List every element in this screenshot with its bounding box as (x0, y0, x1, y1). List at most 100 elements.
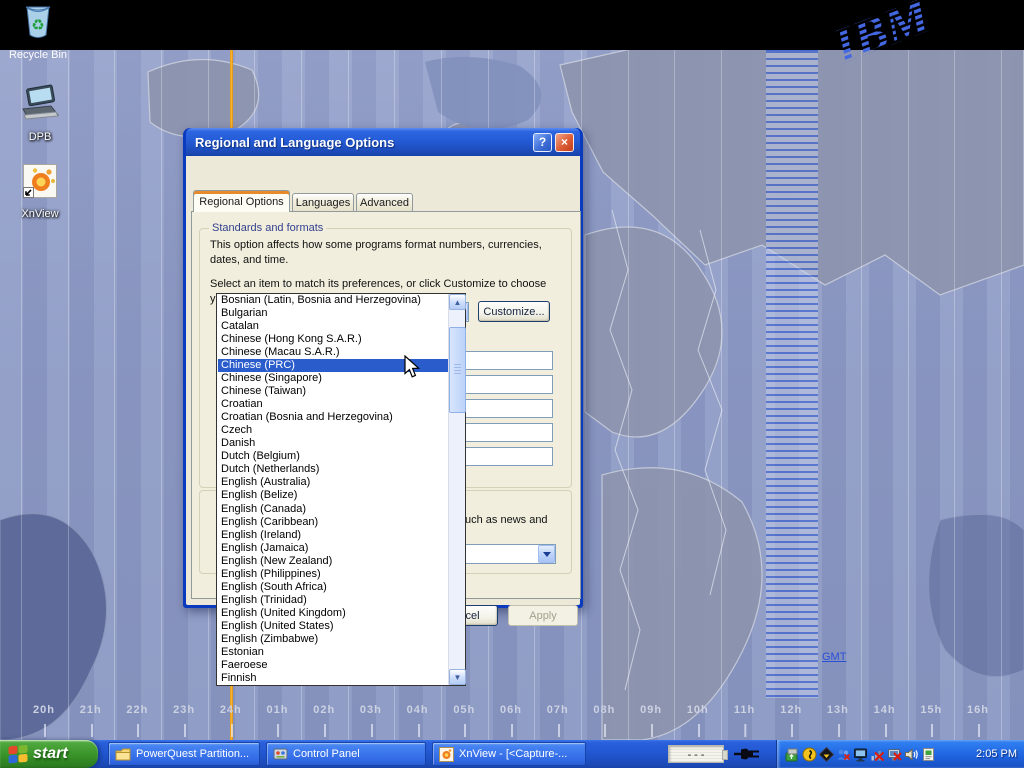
language-list-item[interactable]: English (United States) (218, 620, 448, 633)
timezone-label: 22h (126, 704, 148, 716)
close-button[interactable]: × (555, 133, 574, 152)
timezone-label: 08h (593, 704, 615, 716)
scrollbar-up-arrow-icon[interactable]: ▲ (449, 294, 466, 310)
customize-button[interactable]: Customize... (478, 301, 550, 322)
timezone-label: 21h (80, 704, 102, 716)
language-list-item[interactable]: English (Ireland) (218, 529, 448, 542)
desktop-icon-dpb[interactable]: DPB (2, 84, 78, 145)
language-list-item[interactable]: English (Philippines) (218, 568, 448, 581)
ac-power-plug-icon (733, 744, 761, 764)
timezone-label: 15h (920, 704, 942, 716)
laptop-icon (18, 84, 62, 122)
language-list-item[interactable]: English (United Kingdom) (218, 607, 448, 620)
language-list-item[interactable]: Danish (218, 437, 448, 450)
control-panel-icon (273, 747, 288, 761)
tray-system-flag-icon[interactable] (920, 746, 936, 762)
timezone-label: 11h (734, 704, 755, 716)
timezone-label: 01h (267, 704, 289, 716)
language-dropdown-list: Bosnian (Latin, Bosnia and Herzegovina)B… (216, 293, 466, 686)
recycle-bin-icon: ♻ (21, 4, 55, 40)
timezone-line (908, 50, 909, 740)
svg-text:♻: ♻ (31, 17, 44, 34)
windows-flag-icon (8, 745, 28, 764)
gmt-meridian-band (766, 50, 818, 698)
timezone-label: 10h (687, 704, 709, 716)
timezone-line (954, 50, 955, 740)
timezone-label: 07h (547, 704, 569, 716)
language-list-item[interactable]: Croatian (218, 398, 448, 411)
language-list-item[interactable]: Dutch (Belgium) (218, 450, 448, 463)
language-list-item[interactable]: English (Belize) (218, 489, 448, 502)
timezone-line (721, 50, 722, 740)
desktop-icon-label: XnView (19, 208, 60, 220)
scrollbar-thumb[interactable] (449, 327, 466, 413)
language-list-item[interactable]: English (Zimbabwe) (218, 633, 448, 646)
tray-users-offline-icon[interactable] (835, 746, 851, 762)
tray-thinkpad-utility-icon[interactable] (818, 746, 834, 762)
xnview-task-icon (439, 747, 454, 762)
taskbar: start PowerQuest Partition... Control Pa… (0, 740, 1024, 768)
timezone-line (161, 50, 162, 740)
language-list-item[interactable]: English (Jamaica) (218, 542, 448, 555)
language-list-item[interactable]: English (Canada) (218, 503, 448, 516)
language-list-item[interactable]: English (New Zealand) (218, 555, 448, 568)
tray-wireless-disabled-icon[interactable] (869, 746, 885, 762)
location-text-fragment: uch as news and (465, 513, 548, 528)
start-button[interactable]: start (0, 740, 98, 768)
timezone-line (674, 50, 675, 740)
language-list-item[interactable]: Czech (218, 424, 448, 437)
battery-meter: --- (668, 745, 724, 763)
timezone-label-strip: 20h21h22h23h24h01h02h03h04h05h06h07h08h0… (0, 698, 1024, 740)
help-button[interactable]: ? (533, 133, 552, 152)
mouse-cursor (404, 355, 422, 381)
timezone-label: 03h (360, 704, 382, 716)
language-list-item[interactable]: English (Australia) (218, 476, 448, 489)
list-scrollbar[interactable]: ▲ ▼ (448, 294, 465, 685)
timezone-label: 20h (33, 704, 55, 716)
desktop-icon-recycle-bin[interactable]: ♻ Recycle Bin (0, 4, 76, 63)
timezone-label: 16h (967, 704, 989, 716)
timezone-label: 02h (313, 704, 335, 716)
desktop: GMT IBM ♻ Recycle Bin (0, 0, 1024, 768)
tab-advanced[interactable]: Advanced (356, 193, 413, 212)
timezone-label: 14h (874, 704, 896, 716)
language-list-item[interactable]: Dutch (Netherlands) (218, 463, 448, 476)
timezone-label: 23h (173, 704, 195, 716)
language-list-item[interactable]: Catalan (218, 320, 448, 333)
tray-volume-icon[interactable] (903, 746, 919, 762)
timezone-label: 06h (500, 704, 522, 716)
desktop-icon-label: DPB (27, 131, 54, 143)
language-list-item[interactable]: Croatian (Bosnia and Herzegovina) (218, 411, 448, 424)
tray-hardware-eject-icon[interactable] (784, 746, 800, 762)
standards-groupbox-caption: Standards and formats (209, 222, 326, 234)
language-list-item[interactable]: Chinese (Hong Kong S.A.R.) (218, 333, 448, 346)
taskbar-button-control-panel[interactable]: Control Panel (266, 742, 426, 766)
combobox-dropdown-arrow-icon[interactable] (538, 545, 555, 563)
timezone-line (628, 50, 629, 740)
language-list-item[interactable]: English (Trinidad) (218, 594, 448, 607)
language-list-item[interactable]: Faeroese (218, 659, 448, 672)
language-list-item[interactable]: Estonian (218, 646, 448, 659)
timezone-label: 24h (220, 704, 242, 716)
tray-network-monitor-icon[interactable] (852, 746, 868, 762)
tray-display-disabled-icon[interactable] (886, 746, 902, 762)
language-list-item[interactable]: English (South Africa) (218, 581, 448, 594)
dialog-titlebar[interactable]: Regional and Language Options ? × (186, 128, 580, 156)
taskbar-button-xnview[interactable]: XnView - [<Capture-... (432, 742, 586, 766)
dialog-title: Regional and Language Options (195, 135, 530, 150)
language-list-item[interactable]: Bulgarian (218, 307, 448, 320)
desktop-icon-xnview[interactable]: XnView (2, 163, 78, 222)
language-list-item[interactable]: Finnish (218, 672, 448, 685)
language-list-item[interactable]: English (Caribbean) (218, 516, 448, 529)
tab-regional-options[interactable]: Regional Options (193, 190, 290, 212)
timezone-line (861, 50, 862, 740)
language-list-item[interactable]: Chinese (Taiwan) (218, 385, 448, 398)
taskbar-button-powerquest[interactable]: PowerQuest Partition... (108, 742, 260, 766)
scrollbar-down-arrow-icon[interactable]: ▼ (449, 669, 466, 685)
language-list-item[interactable]: Bosnian (Latin, Bosnia and Herzegovina) (218, 294, 448, 307)
timezone-label: 05h (453, 704, 475, 716)
apply-button[interactable]: Apply (508, 605, 578, 626)
xnview-icon (22, 163, 58, 199)
tab-languages[interactable]: Languages (292, 193, 354, 212)
tray-battery-status-icon[interactable] (801, 746, 817, 762)
